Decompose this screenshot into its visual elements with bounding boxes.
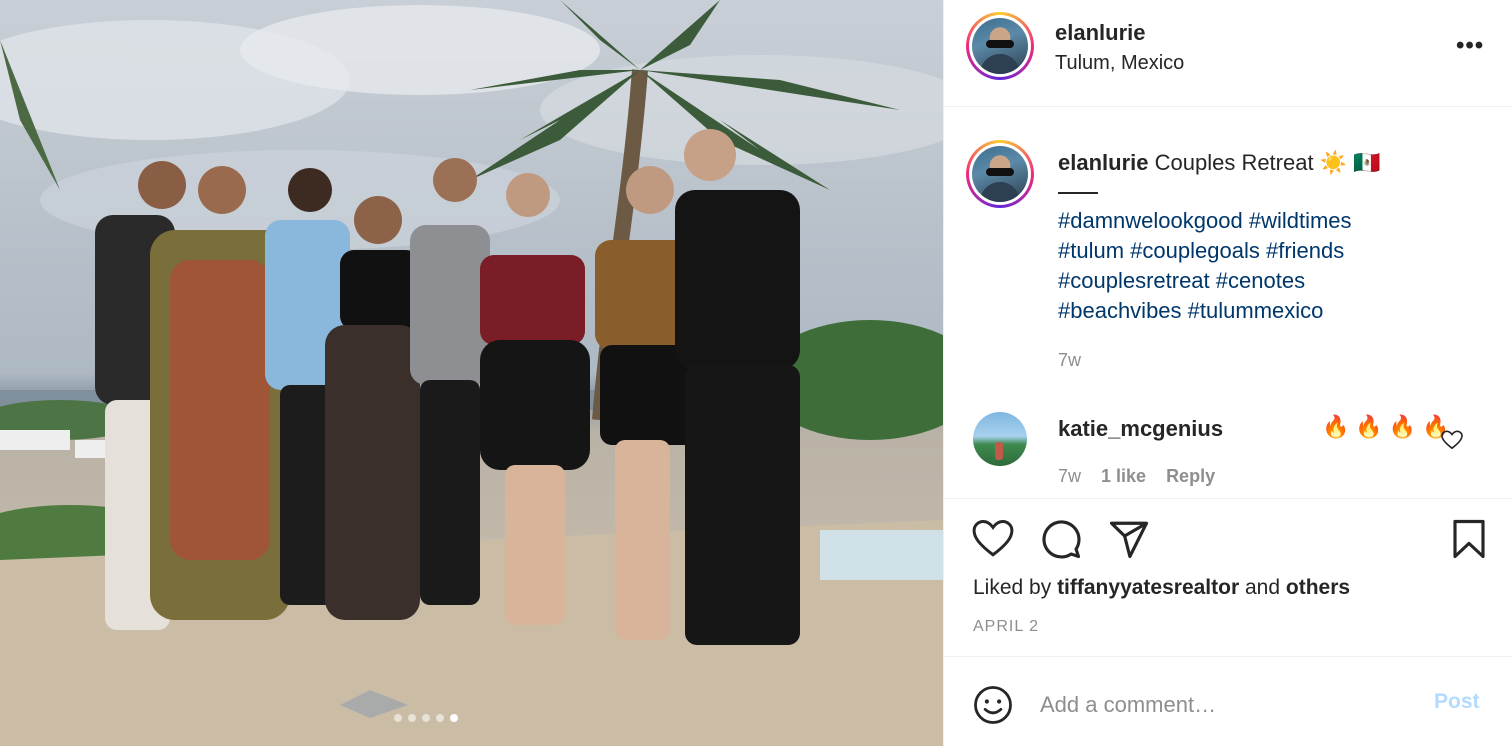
comment-likes[interactable]: 1 like (1101, 466, 1146, 487)
caption-timestamp[interactable]: 7w (1058, 350, 1081, 371)
commenter-username[interactable]: katie_mcgenius (1058, 416, 1223, 442)
post-detail-panel: elanlurie Tulum, Mexico ••• elanlurie Co… (943, 0, 1512, 746)
likes-prefix: Liked by (973, 576, 1052, 599)
hashtag[interactable]: #wildtimes (1249, 208, 1352, 233)
hashtag[interactable]: #tulummexico (1188, 298, 1324, 323)
caption-text: Couples Retreat ☀️ 🇲🇽 (1154, 150, 1381, 175)
action-bar (972, 518, 1150, 560)
actions-divider (944, 498, 1512, 499)
caption-username[interactable]: elanlurie (1058, 150, 1148, 175)
hashtag[interactable]: #beachvibes (1058, 298, 1182, 323)
hashtag[interactable]: #tulum (1058, 238, 1124, 263)
carousel-dot[interactable] (436, 714, 444, 722)
likes-summary: Liked by tiffanyyatesrealtor and others (973, 576, 1350, 600)
carousel-dot-active[interactable] (450, 714, 458, 722)
carousel-dots (394, 714, 458, 722)
hashtag[interactable]: #friends (1266, 238, 1344, 263)
comment-text: 🔥🔥🔥🔥 (1322, 414, 1456, 439)
photo-scene (0, 0, 943, 746)
liked-by-username[interactable]: tiffanyyatesrealtor (1057, 576, 1239, 599)
hashtag[interactable]: #cenotes (1216, 268, 1305, 293)
comment-like-heart-icon[interactable] (1441, 430, 1463, 450)
share-send-icon[interactable] (1108, 518, 1150, 560)
carousel-dot[interactable] (394, 714, 402, 722)
comment-box-divider (944, 656, 1512, 657)
author-username[interactable]: elanlurie (1055, 20, 1145, 46)
comment-reply-button[interactable]: Reply (1166, 466, 1215, 487)
carousel-dot[interactable] (422, 714, 430, 722)
hashtag[interactable]: #damnwelookgood (1058, 208, 1243, 233)
caption-avatar[interactable] (966, 140, 1034, 208)
emoji-icon[interactable] (972, 684, 1014, 726)
caption-separator (1058, 192, 1098, 194)
comment-bubble-icon[interactable] (1040, 518, 1082, 560)
commenter-avatar[interactable] (973, 412, 1027, 466)
likes-others-link[interactable]: others (1286, 576, 1350, 599)
more-options-icon[interactable]: ••• (1456, 34, 1484, 58)
save-bookmark-icon[interactable] (1448, 518, 1490, 560)
carousel-dot[interactable] (408, 714, 416, 722)
hashtag[interactable]: #couplegoals (1130, 238, 1260, 263)
post-photo[interactable] (0, 0, 943, 746)
author-avatar[interactable] (966, 12, 1034, 80)
hashtag-list: #damnwelookgood #wildtimes #tulum #coupl… (1058, 206, 1478, 326)
post-comment-button[interactable]: Post (1434, 690, 1480, 714)
likes-conjunction: and (1244, 576, 1281, 599)
header-divider (944, 106, 1512, 107)
post-date[interactable]: APRIL 2 (973, 618, 1039, 636)
add-comment-input[interactable] (1040, 688, 1420, 722)
like-heart-icon[interactable] (972, 518, 1014, 560)
post-caption: elanlurie Couples Retreat ☀️ 🇲🇽 #damnwel… (1058, 148, 1478, 326)
post-location[interactable]: Tulum, Mexico (1055, 52, 1184, 75)
comment-timestamp[interactable]: 7w (1058, 466, 1081, 487)
comment-meta: 7w 1 like Reply (1058, 466, 1215, 487)
hashtag[interactable]: #couplesretreat (1058, 268, 1210, 293)
